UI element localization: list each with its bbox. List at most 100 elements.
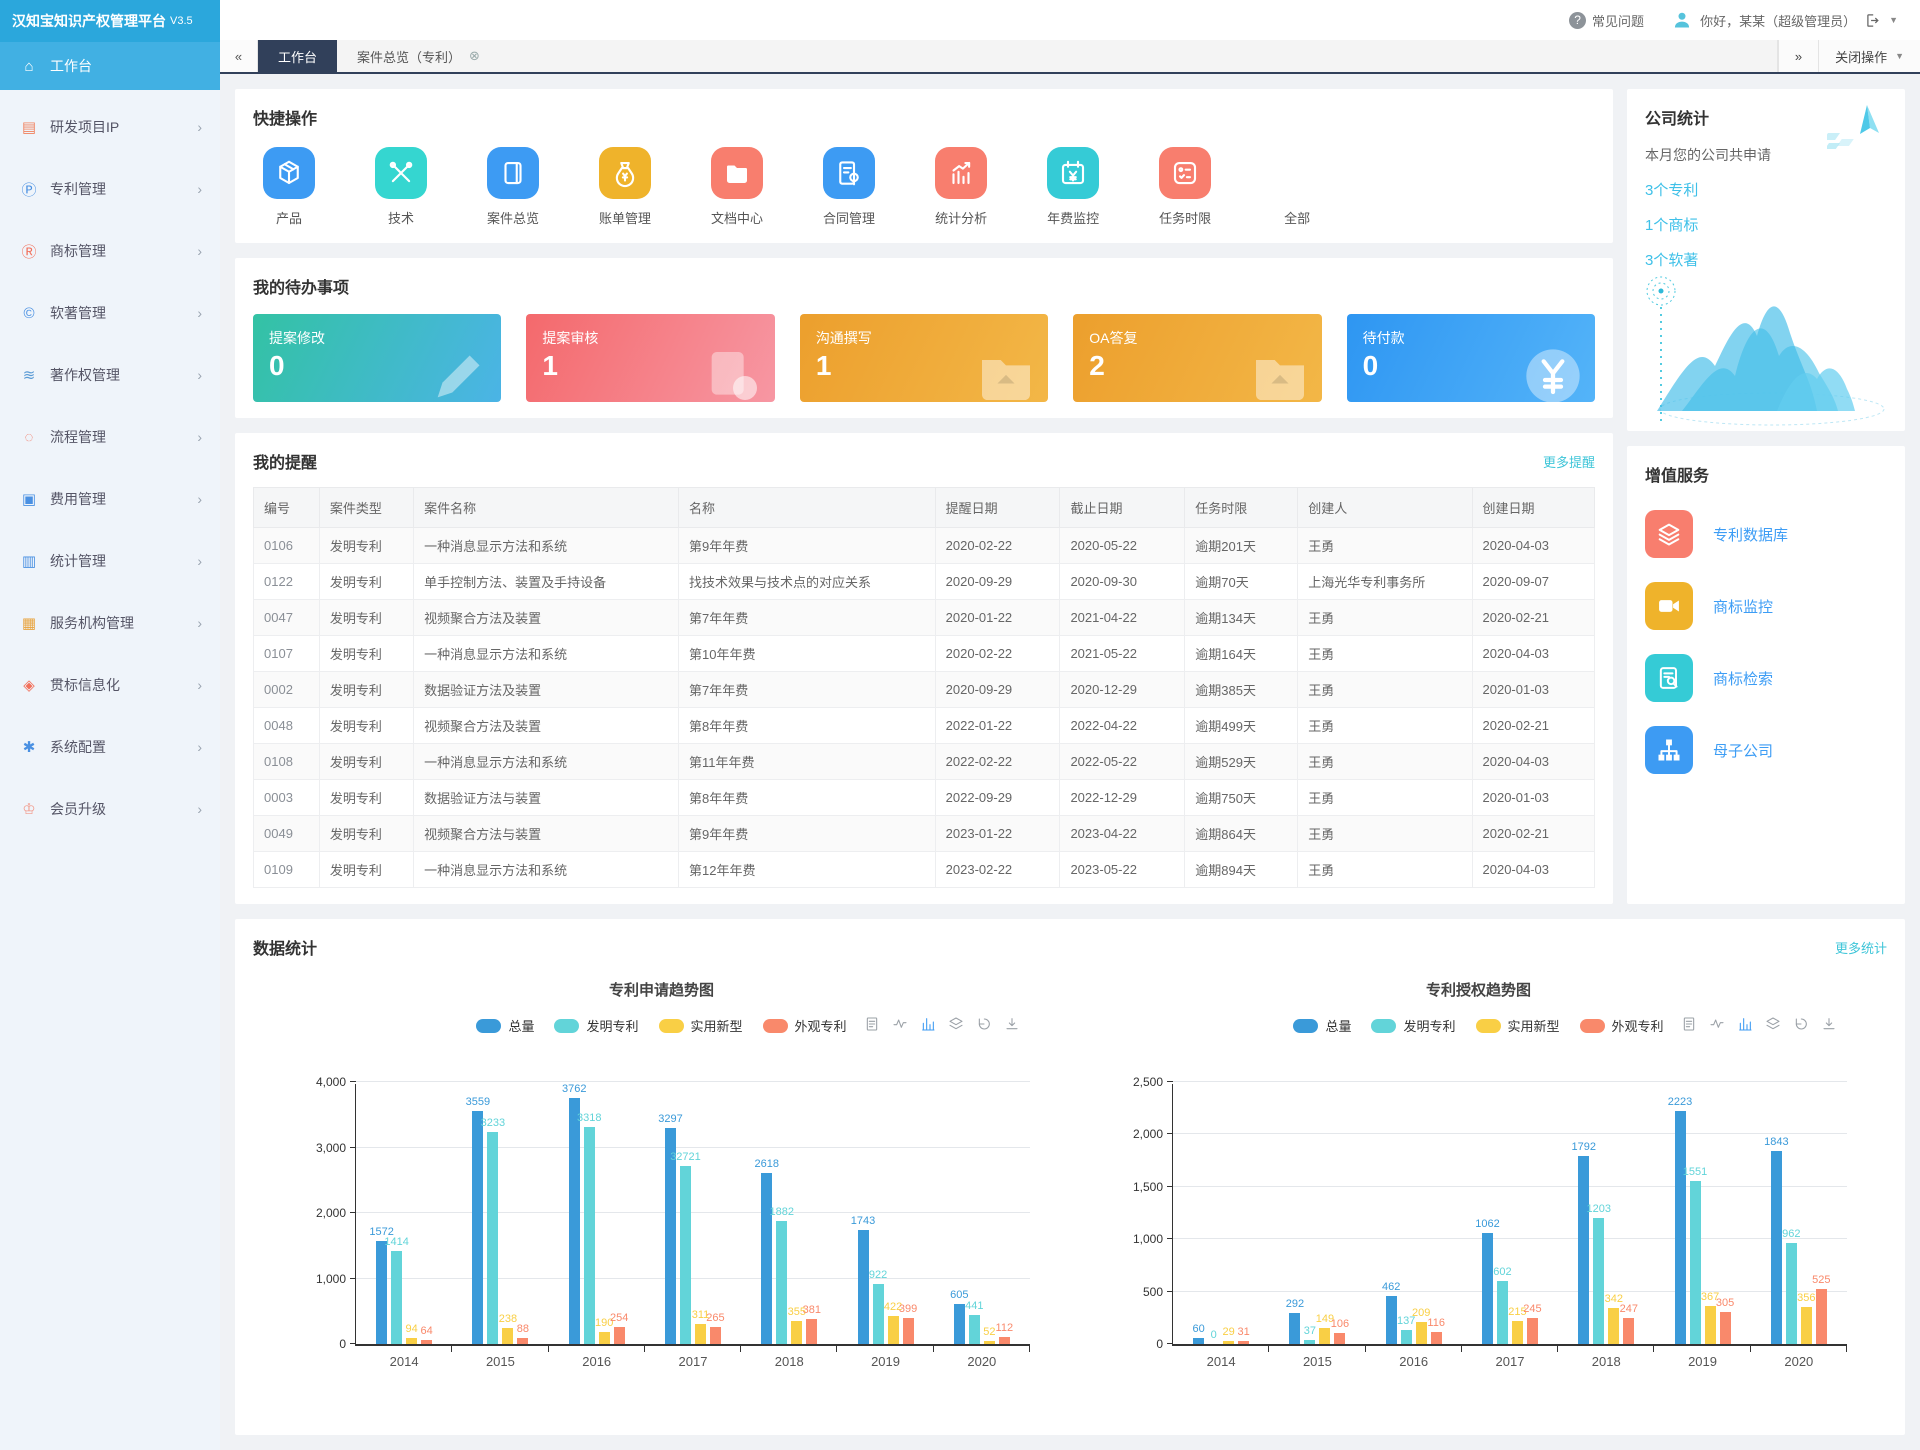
close-operations-dropdown[interactable]: 关闭操作 ▼ <box>1818 40 1920 72</box>
service-商标监控[interactable]: 商标监控 <box>1645 582 1887 630</box>
logout-icon[interactable] <box>1864 12 1881 29</box>
download-icon[interactable] <box>1004 1016 1020 1032</box>
table-cell: 2020-02-22 <box>935 528 1060 564</box>
bar-chart-icon[interactable] <box>1737 1016 1753 1032</box>
table-cell: 发明专利 <box>319 780 413 816</box>
table-cell: 0002 <box>254 672 320 708</box>
process-icon: ◌ <box>18 429 40 446</box>
table-cell: 逾期529天 <box>1185 744 1298 780</box>
legend-item-总量[interactable]: 总量 <box>1293 1016 1351 1035</box>
bar-外观专利 <box>1816 1289 1827 1344</box>
table-cell: 2020-05-22 <box>1060 528 1185 564</box>
table-row[interactable]: 0109发明专利一种消息显示方法和系统第12年年费2023-02-222023-… <box>254 852 1595 888</box>
table-cell: 2020-01-22 <box>935 600 1060 636</box>
sidebar-item-系统配置[interactable]: ✱系统配置› <box>0 722 220 772</box>
app-version: V3.5 <box>170 15 193 27</box>
table-row[interactable]: 0108发明专利一种消息显示方法和系统第11年年费2022-02-222022-… <box>254 744 1595 780</box>
service-专利数据库[interactable]: 专利数据库 <box>1645 510 1887 558</box>
legend-item-发明专利[interactable]: 发明专利 <box>1371 1016 1455 1035</box>
bar-slot: 37 <box>1304 1084 1315 1344</box>
sidebar-item-费用管理[interactable]: ▣费用管理› <box>0 474 220 524</box>
sidebar-item-研发项目IP[interactable]: ▤研发项目IP› <box>0 102 220 152</box>
table-row[interactable]: 0106发明专利一种消息显示方法和系统第9年年费2020-02-222020-0… <box>254 528 1595 564</box>
y-axis-label: 2,500 <box>1111 1075 1163 1089</box>
todo-card-提案审核[interactable]: 提案审核1 <box>526 314 774 402</box>
quick-action-文档中心[interactable]: 文档中心 <box>711 147 763 227</box>
download-icon[interactable] <box>1821 1016 1837 1032</box>
sidebar-item-工作台[interactable]: ⌂工作台 <box>0 42 220 90</box>
sidebar-item-著作权管理[interactable]: ≋著作权管理› <box>0 350 220 400</box>
data-view-icon[interactable] <box>864 1016 880 1032</box>
restore-icon[interactable] <box>1793 1016 1809 1032</box>
legend-item-外观专利[interactable]: 外观专利 <box>763 1016 847 1035</box>
more-reminders-link[interactable]: 更多提醒 <box>1543 452 1595 471</box>
service-商标检索[interactable]: 商标检索 <box>1645 654 1887 702</box>
quick-action-任务时限[interactable]: 任务时限 <box>1159 147 1211 227</box>
tab-案件总览（专利）[interactable]: 案件总览（专利）⊗ <box>337 40 500 72</box>
todo-card-OA答复[interactable]: OA答复2 <box>1073 314 1321 402</box>
bar-slot: 215 <box>1512 1084 1523 1344</box>
stack-icon[interactable] <box>948 1016 964 1032</box>
service-母子公司[interactable]: 母子公司 <box>1645 726 1887 774</box>
bar-实用新型 <box>1319 1328 1330 1344</box>
quick-action-案件总览[interactable]: 案件总览 <box>487 147 539 227</box>
legend-item-发明专利[interactable]: 发明专利 <box>554 1016 638 1035</box>
chevron-right-icon: › <box>197 801 202 817</box>
todo-card-沟通撰写[interactable]: 沟通撰写1 <box>800 314 1048 402</box>
company-stat-link[interactable]: 3个软著 <box>1645 249 1887 270</box>
sidebar-item-商标管理[interactable]: Ⓡ商标管理› <box>0 226 220 276</box>
stack-icon[interactable] <box>1765 1016 1781 1032</box>
line-chart-icon[interactable] <box>1709 1016 1725 1032</box>
sidebar-item-软著管理[interactable]: ©软著管理› <box>0 288 220 338</box>
table-row[interactable]: 0003发明专利数据验证方法与装置第8年年费2022-09-292022-12-… <box>254 780 1595 816</box>
quick-action-统计分析[interactable]: 统计分析 <box>935 147 987 227</box>
bar-value-label: 60 <box>1193 1323 1205 1335</box>
line-chart-icon[interactable] <box>892 1016 908 1032</box>
sidebar-item-专利管理[interactable]: Ⓟ专利管理› <box>0 164 220 214</box>
table-row[interactable]: 0002发明专利数据验证方法及装置第7年年费2020-09-292020-12-… <box>254 672 1595 708</box>
quick-action-合同管理[interactable]: 合同管理 <box>823 147 875 227</box>
legend-item-外观专利[interactable]: 外观专利 <box>1580 1016 1664 1035</box>
legend-item-总量[interactable]: 总量 <box>476 1016 534 1035</box>
faq-link[interactable]: ? 常见问题 <box>1569 11 1644 30</box>
quick-action-技术[interactable]: 技术 <box>375 147 427 227</box>
quick-action-全部[interactable]: 全部 <box>1271 147 1323 227</box>
todo-card-提案修改[interactable]: 提案修改0 <box>253 314 501 402</box>
bar-value-label: 37 <box>1304 1325 1316 1337</box>
company-stat-link[interactable]: 1个商标 <box>1645 214 1887 235</box>
sidebar-item-label: 商标管理 <box>50 241 197 261</box>
sidebar-item-统计管理[interactable]: ▥统计管理› <box>0 536 220 586</box>
tabs-scroll-left-icon[interactable]: « <box>220 40 258 72</box>
close-icon[interactable]: ⊗ <box>469 48 480 64</box>
sidebar-item-服务机构管理[interactable]: ▦服务机构管理› <box>0 598 220 648</box>
legend-item-实用新型[interactable]: 实用新型 <box>659 1016 743 1035</box>
user-menu[interactable]: 你好，某某（超级管理员） ▼ <box>1672 10 1898 30</box>
table-row[interactable]: 0048发明专利视频聚合方法及装置第8年年费2022-01-222022-04-… <box>254 708 1595 744</box>
table-row[interactable]: 0049发明专利视频聚合方法与装置第9年年费2023-01-222023-04-… <box>254 816 1595 852</box>
quick-action-年费监控[interactable]: 年费监控 <box>1047 147 1099 227</box>
bar-slot: 3233 <box>487 1084 498 1344</box>
tabs-scroll-right-icon[interactable]: » <box>1778 40 1818 72</box>
category-group-2018: 261818823553812018 <box>741 1084 837 1344</box>
table-row[interactable]: 0122发明专利单手控制方法、装置及手持设备找技术效果与技术点的对应关系2020… <box>254 564 1595 600</box>
tab-工作台[interactable]: 工作台 <box>258 40 337 72</box>
chevron-down-icon[interactable]: ▼ <box>1889 15 1898 25</box>
legend-item-实用新型[interactable]: 实用新型 <box>1476 1016 1560 1035</box>
sidebar-item-流程管理[interactable]: ◌流程管理› <box>0 412 220 462</box>
quick-action-label: 账单管理 <box>599 208 651 227</box>
restore-icon[interactable] <box>976 1016 992 1032</box>
quick-action-产品[interactable]: 产品 <box>263 147 315 227</box>
company-stat-link[interactable]: 3个专利 <box>1645 179 1887 200</box>
app-logo: 汉知宝知识产权管理平台 V3.5 <box>0 0 220 42</box>
more-statistics-link[interactable]: 更多统计 <box>1835 938 1887 957</box>
sidebar-item-贯标信息化[interactable]: ◈贯标信息化› <box>0 660 220 710</box>
quick-action-账单管理[interactable]: 账单管理 <box>599 147 651 227</box>
data-view-icon[interactable] <box>1681 1016 1697 1032</box>
table-row[interactable]: 0107发明专利一种消息显示方法和系统第10年年费2020-02-222021-… <box>254 636 1595 672</box>
bar-slot: 2223 <box>1675 1084 1686 1344</box>
todo-card-待付款[interactable]: 待付款0 <box>1347 314 1595 402</box>
table-row[interactable]: 0047发明专利视频聚合方法及装置第7年年费2020-01-222021-04-… <box>254 600 1595 636</box>
bar-chart-icon[interactable] <box>920 1016 936 1032</box>
sidebar-item-会员升级[interactable]: ♔会员升级› <box>0 784 220 834</box>
y-axis-label: 1,000 <box>1111 1232 1163 1246</box>
